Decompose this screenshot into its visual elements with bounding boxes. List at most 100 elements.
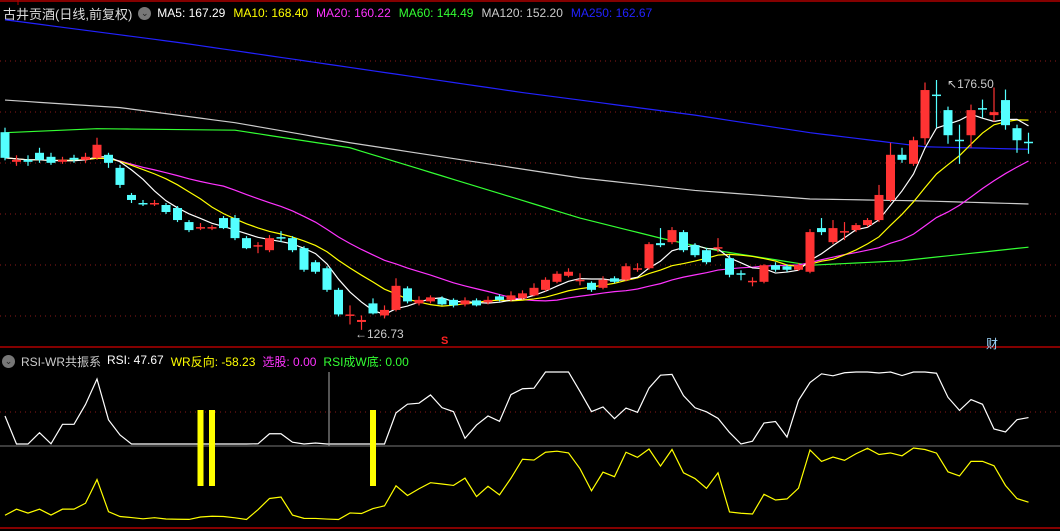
candle-up bbox=[966, 110, 976, 136]
candle-down bbox=[897, 154, 907, 160]
candle-up bbox=[805, 232, 815, 272]
candle-up bbox=[529, 287, 539, 296]
candle-down bbox=[702, 250, 711, 263]
candle-down bbox=[219, 218, 228, 229]
candle-down bbox=[955, 139, 964, 142]
candle-up bbox=[851, 225, 861, 231]
candle-down bbox=[437, 298, 447, 305]
candle-down bbox=[771, 265, 780, 270]
candle-down bbox=[23, 159, 33, 162]
candle-up bbox=[380, 309, 389, 316]
candle-up bbox=[644, 244, 654, 269]
signal-bar bbox=[370, 410, 376, 486]
candle-down bbox=[242, 238, 251, 249]
candle-down bbox=[817, 228, 826, 233]
candle-up bbox=[357, 319, 366, 322]
candle-up bbox=[253, 245, 263, 247]
candle-down bbox=[1024, 141, 1033, 144]
candle-down bbox=[173, 208, 182, 221]
candle-up bbox=[541, 279, 550, 290]
candle-up bbox=[414, 299, 424, 304]
finance-marker[interactable]: 财 bbox=[986, 335, 998, 352]
candle-up bbox=[265, 238, 274, 251]
price-chart[interactable] bbox=[0, 0, 1060, 531]
candle-up bbox=[426, 297, 435, 302]
candle-up bbox=[391, 285, 401, 310]
candle-down bbox=[679, 232, 688, 251]
candle-up bbox=[909, 140, 918, 164]
candle-down bbox=[46, 156, 56, 163]
candle-down bbox=[35, 152, 44, 160]
candle-down bbox=[161, 204, 171, 213]
candle-down bbox=[138, 202, 148, 205]
candle-up bbox=[794, 265, 803, 270]
candle-up bbox=[81, 156, 90, 160]
candle-up bbox=[552, 273, 562, 282]
candle-down bbox=[403, 288, 412, 302]
candle-down bbox=[230, 218, 240, 239]
candle-up bbox=[506, 295, 516, 300]
low-value: 126.73 bbox=[367, 327, 404, 341]
candle-up bbox=[564, 271, 573, 276]
s-marker[interactable]: S bbox=[441, 335, 448, 347]
candle-down bbox=[276, 237, 286, 239]
candle-up bbox=[483, 299, 493, 303]
candle-down bbox=[943, 110, 953, 136]
candle-down bbox=[978, 108, 987, 110]
candle-up bbox=[748, 280, 757, 283]
signal-bar bbox=[209, 410, 215, 486]
candle-down bbox=[322, 268, 332, 290]
candle-down bbox=[449, 299, 458, 306]
candle-down bbox=[311, 262, 320, 272]
candle-up bbox=[575, 279, 585, 282]
candle-down bbox=[299, 248, 309, 270]
low-arrow-icon: ← bbox=[355, 327, 367, 341]
low-label: ←126.73 bbox=[355, 327, 404, 341]
candle-up bbox=[863, 220, 872, 226]
candle-up bbox=[207, 227, 217, 229]
ma20-line bbox=[4, 157, 1029, 302]
candle-up bbox=[518, 293, 527, 299]
rsi-line bbox=[4, 371, 1029, 445]
high-label: ↖176.50 bbox=[947, 77, 994, 91]
candle-down bbox=[932, 94, 941, 97]
signal-bar bbox=[197, 410, 204, 486]
candle-down bbox=[0, 132, 10, 158]
candle-down bbox=[288, 238, 297, 251]
candle-down bbox=[1012, 128, 1022, 141]
candle-up bbox=[12, 159, 21, 162]
candle-down bbox=[736, 273, 746, 275]
candle-up bbox=[633, 268, 642, 270]
candle-up bbox=[345, 314, 355, 316]
candle-up bbox=[150, 202, 159, 205]
candle-up bbox=[828, 228, 838, 243]
candle-up bbox=[886, 154, 895, 200]
candle-down bbox=[69, 157, 79, 160]
candle-down bbox=[127, 194, 136, 200]
candle-up bbox=[598, 279, 608, 288]
candle-up bbox=[874, 194, 884, 221]
candle-up bbox=[920, 90, 930, 139]
candle-up bbox=[840, 231, 849, 233]
candle-down bbox=[587, 282, 596, 290]
candle-down bbox=[610, 278, 619, 282]
candle-down bbox=[495, 296, 504, 300]
candle-up bbox=[667, 230, 677, 243]
high-arrow-icon: ↖ bbox=[947, 77, 958, 91]
candle-up bbox=[621, 266, 631, 280]
candle-down bbox=[472, 300, 481, 306]
high-value: 176.50 bbox=[957, 77, 994, 91]
candle-up bbox=[713, 247, 723, 249]
candle-up bbox=[759, 265, 769, 282]
candle-down bbox=[782, 266, 792, 270]
candle-down bbox=[1001, 100, 1010, 126]
wr-line bbox=[4, 447, 1029, 521]
candle-down bbox=[368, 303, 378, 314]
candle-down bbox=[656, 243, 665, 246]
ma120-line bbox=[4, 99, 1029, 205]
candle-up bbox=[196, 227, 205, 229]
candle-down bbox=[690, 245, 700, 256]
candle-down bbox=[184, 222, 194, 231]
candle-up bbox=[58, 159, 67, 162]
candle-down bbox=[115, 167, 125, 185]
